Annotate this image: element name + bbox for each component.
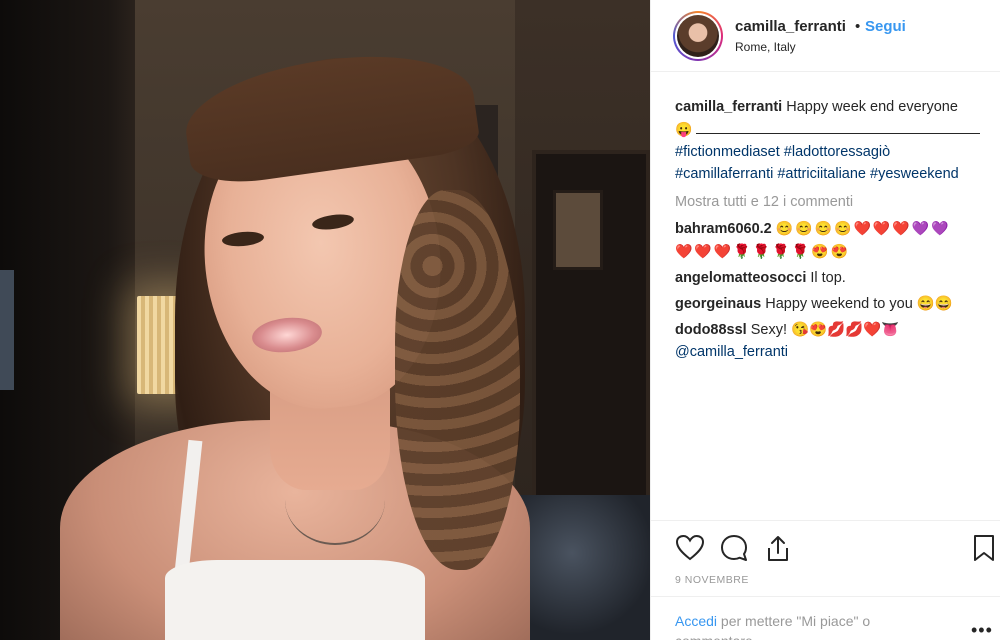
- comment-username[interactable]: dodo88ssl: [675, 322, 747, 338]
- caption-username[interactable]: camilla_ferranti: [675, 99, 782, 115]
- avatar[interactable]: [673, 11, 723, 61]
- post-side-panel: camilla_ferranti • Segui Rome, Italy cam…: [650, 0, 1000, 640]
- show-all-comments-link[interactable]: Mostra tutti e 12 i commenti: [675, 191, 987, 213]
- share-icon[interactable]: [763, 533, 793, 563]
- photo-picture-frame: [553, 190, 603, 270]
- photo-bed: [520, 495, 650, 640]
- comment-username[interactable]: angelomatteosocci: [675, 270, 806, 286]
- username-link[interactable]: camilla_ferranti: [735, 18, 846, 35]
- comment-icon[interactable]: [719, 533, 749, 563]
- avatar-ring: [675, 13, 721, 59]
- comment-text: 😊😊😊😊❤️❤️❤️💜💜: [775, 220, 951, 236]
- comment-item: angelomatteosocci Il top.: [675, 267, 987, 289]
- more-options-icon[interactable]: •••: [971, 620, 993, 640]
- avatar-image: [677, 15, 719, 57]
- location-link[interactable]: Rome, Italy: [735, 40, 796, 54]
- post-date: 9 NOVEMBRE: [675, 574, 749, 586]
- login-link[interactable]: Accedi: [675, 613, 717, 629]
- photo-background-detail: [0, 270, 14, 390]
- login-prompt-text: per mettere "Mi piace" o: [720, 613, 871, 629]
- comment-text: Il top.: [810, 270, 846, 286]
- comment-username[interactable]: georgeinaus: [675, 296, 761, 312]
- comment-mention[interactable]: @camilla_ferranti: [675, 344, 788, 360]
- caption-hashtags[interactable]: #fictionmediaset #ladottoressagiò: [675, 144, 890, 160]
- comment-text: ❤️❤️❤️🌹🌹🌹🌹😍😍: [675, 243, 850, 259]
- heart-icon[interactable]: [675, 533, 705, 563]
- separator-dot: •: [855, 18, 861, 35]
- comment-item: bahram6060.2 😊😊😊😊❤️❤️❤️💜💜 ❤️❤️❤️🌹🌹🌹🌹😍😍: [675, 217, 987, 263]
- photo-hair-curls: [395, 190, 520, 570]
- caption-emoji: 😛: [675, 121, 695, 137]
- photo-necklace: [285, 455, 385, 545]
- login-prompt-text: commentare: [675, 633, 753, 640]
- comment-item: dodo88ssl Sexy! 😘😍💋💋❤️👅 @camilla_ferrant…: [675, 319, 987, 363]
- login-prompt: Accedi per mettere "Mi piace" o commenta…: [651, 596, 1000, 640]
- follow-button[interactable]: Segui: [865, 18, 906, 35]
- caption: camilla_ferranti Happy week end everyone…: [675, 96, 987, 185]
- comment-text: Happy weekend to you 😄😄: [765, 296, 953, 312]
- post-header: camilla_ferranti • Segui Rome, Italy: [651, 0, 1000, 72]
- comment-username[interactable]: bahram6060.2: [675, 221, 772, 237]
- caption-hashtags[interactable]: #camillaferranti #attriciitaliane #yeswe…: [675, 166, 959, 182]
- comments-list: camilla_ferranti Happy week end everyone…: [675, 92, 987, 363]
- post-actions-bar: [651, 520, 1000, 570]
- caption-underline: [696, 122, 981, 134]
- post-photo[interactable]: [0, 0, 650, 640]
- bookmark-icon[interactable]: [969, 533, 999, 563]
- caption-text: Happy week end everyone: [786, 99, 958, 115]
- photo-top: [165, 560, 425, 640]
- comment-item: georgeinaus Happy weekend to you 😄😄: [675, 293, 987, 315]
- comment-text: Sexy! 😘😍💋💋❤️👅: [750, 322, 900, 338]
